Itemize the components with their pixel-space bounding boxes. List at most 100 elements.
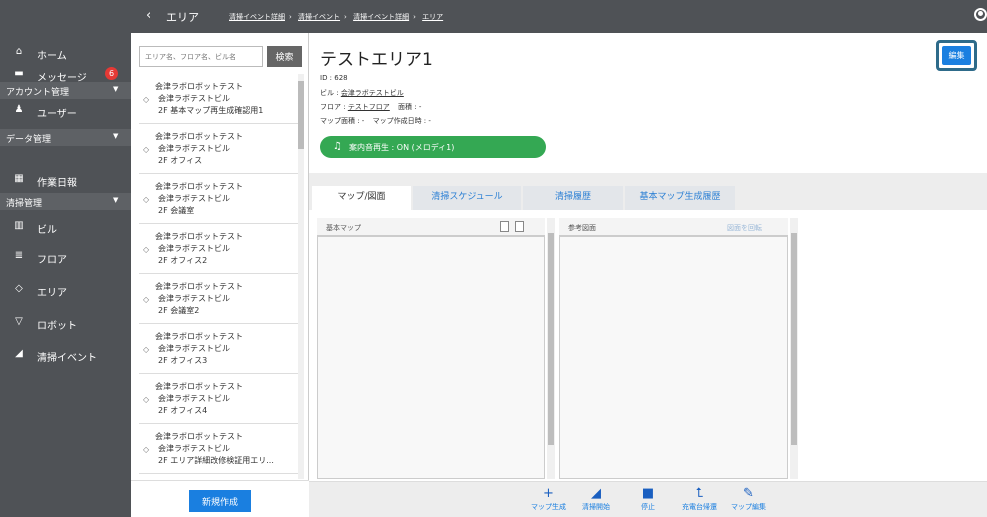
area-list-panel: 検索 ◇ 会津ラボロボットテスト 会津ラボテストビル 2F 基本マップ再生成確認…: [131, 33, 309, 517]
list-item[interactable]: ◇ 会津ラボロボットテスト 会津ラボテストビル 2F オフィス3: [139, 324, 299, 374]
return-to-charger-button[interactable]: ⮤ 充電台帰還: [682, 485, 717, 512]
toolbar-label: マップ編集: [731, 503, 766, 511]
sidebar-item-label: ロボット: [37, 321, 77, 332]
area-icon: ◇: [143, 395, 150, 404]
list-item-company: 会津ラボロボットテスト: [155, 182, 243, 191]
sidebar-item-users[interactable]: ♟ ユーザー: [0, 100, 131, 122]
scrollbar-thumb[interactable]: [548, 233, 554, 445]
sidebar-item-floor[interactable]: ≣ フロア: [0, 246, 131, 268]
edit-icon[interactable]: [515, 221, 524, 232]
sidebar-item-label: エリア: [37, 288, 67, 299]
breadcrumb-item[interactable]: 清掃イベント詳細: [229, 13, 285, 21]
list-item-building: 会津ラボテストビル: [158, 344, 230, 353]
sidebar-item-label: ビル: [37, 225, 57, 236]
sidebar-section-data[interactable]: データ管理 ▼: [0, 129, 131, 146]
list-item[interactable]: ◇ 会津ラボロボットテスト 会津ラボテストビル 2F オフィス4: [139, 374, 299, 424]
guide-sound-label: 案内音再生 : ON (メロディ1): [349, 143, 455, 152]
sidebar-item-home[interactable]: ⌂ ホーム: [0, 42, 131, 64]
tab-map[interactable]: マップ/図面: [312, 186, 411, 210]
list-item-company: 会津ラボロボットテスト: [155, 282, 243, 291]
section-label: 清掃管理: [6, 199, 43, 209]
robot-icon: ▽: [15, 316, 23, 327]
sidebar-section-cleaning[interactable]: 清掃管理 ▼: [0, 193, 131, 210]
create-new-button[interactable]: 新規作成: [189, 490, 251, 512]
list-item-company: 会津ラボロボットテスト: [155, 332, 243, 341]
sidebar-item-label: ユーザー: [37, 109, 77, 120]
stop-button[interactable]: ■ 停止: [641, 485, 655, 512]
list-item-room: 2F 基本マップ再生成確認用1: [158, 106, 264, 115]
toolbar-label: マップ生成: [531, 503, 566, 511]
breadcrumb-item[interactable]: 清掃イベント詳細: [353, 13, 409, 21]
area-icon: ◇: [143, 245, 150, 254]
rotate-drawing-link[interactable]: 図面を回転: [727, 223, 762, 233]
floor-line: フロア : テストフロア 面積 : -: [320, 102, 421, 112]
section-label: アカウント管理: [6, 88, 70, 98]
list-item-room: 2F 会議室: [158, 206, 195, 215]
tab-cleaning-history[interactable]: 清掃履歴: [523, 186, 623, 210]
map-generate-button[interactable]: + マップ生成: [531, 485, 566, 512]
sidebar-item-label: フロア: [37, 255, 67, 266]
user-circle-icon[interactable]: [974, 8, 987, 21]
map-edit-button[interactable]: ✎ マップ編集: [731, 485, 766, 512]
reference-panel: 参考図面 図面を回転: [559, 218, 788, 479]
main-content: テストエリア1 ID : 628 ビル : 会津ラボテストビル フロア : テス…: [309, 33, 987, 517]
base-map-scrollbar[interactable]: [547, 218, 555, 479]
list-item[interactable]: ◇ 会津ラボロボットテスト 会津ラボテストビル 2F オフィス2: [139, 224, 299, 274]
reference-scrollbar[interactable]: [790, 218, 798, 479]
tab-base-map-history[interactable]: 基本マップ生成履歴: [625, 186, 735, 210]
list-item[interactable]: ◇ 会津ラボロボットテスト 会津ラボテストビル 2F 基本マップ再生成確認用1: [139, 74, 299, 124]
map-content: 基本マップ 参考図面 図面を回転: [309, 210, 987, 481]
sidebar-item-label: 清掃イベント: [37, 353, 97, 364]
list-scrollbar-thumb[interactable]: [298, 81, 304, 149]
action-toolbar: + マップ生成 ◢ 清掃開始 ■ 停止 ⮤ 充電台帰還 ✎ マップ編集: [309, 481, 987, 517]
list-item[interactable]: ◇ 会津ラボロボットテスト 会津ラボテストビル 2F 会議室2: [139, 274, 299, 324]
map-info-line: マップ面積 : - マップ作成日時 : -: [320, 116, 431, 126]
search-button[interactable]: 検索: [267, 46, 302, 67]
top-bar: ‹ エリア 清掃イベント詳細 › 清掃イベント › 清掃イベント詳細 › エリア: [0, 0, 987, 33]
sidebar-item-daily-report[interactable]: ▦ 作業日報: [0, 169, 131, 191]
list-item-building: 会津ラボテストビル: [158, 444, 230, 453]
base-map-label: 基本マップ: [326, 224, 361, 232]
stop-icon: ■: [641, 486, 655, 501]
building-link[interactable]: 会津ラボテストビル: [341, 89, 404, 97]
reference-canvas[interactable]: [559, 236, 788, 479]
list-item[interactable]: ◇ 会津ラボロボットテスト 会津ラボテストビル 2F エリア詳細改修検証用エリ.…: [139, 424, 299, 474]
page-header-title: エリア: [166, 11, 199, 24]
sidebar-section-account[interactable]: アカウント管理 ▼: [0, 82, 131, 99]
edit-button-highlight: 編集: [936, 40, 977, 71]
back-chevron-icon[interactable]: ‹: [146, 8, 151, 23]
return-icon: ⮤: [695, 486, 704, 501]
area-list: ◇ 会津ラボロボットテスト 会津ラボテストビル 2F 基本マップ再生成確認用1 …: [139, 74, 301, 479]
broom-icon: ◢: [15, 348, 23, 359]
guide-sound-status[interactable]: ♫ 案内音再生 : ON (メロディ1): [320, 136, 546, 158]
breadcrumb-item-current[interactable]: エリア: [422, 13, 443, 21]
list-item-building: 会津ラボテストビル: [158, 244, 230, 253]
sidebar-item-building[interactable]: ▥ ビル: [0, 216, 131, 238]
floor-link[interactable]: テストフロア: [348, 103, 390, 111]
caret-down-icon: ▼: [113, 132, 119, 140]
scrollbar-thumb[interactable]: [791, 233, 797, 445]
list-item-room: 2F オフィス3: [158, 356, 208, 365]
copy-icon[interactable]: [500, 221, 509, 232]
broom-icon: ◢: [591, 486, 601, 501]
base-map-canvas[interactable]: [317, 236, 545, 479]
sidebar-item-area[interactable]: ◇ エリア: [0, 279, 131, 301]
tab-cleaning-schedule[interactable]: 清掃スケジュール: [413, 186, 521, 210]
caret-down-icon: ▼: [113, 85, 119, 93]
start-cleaning-button[interactable]: ◢ 清掃開始: [582, 485, 610, 512]
breadcrumb-item[interactable]: 清掃イベント: [298, 13, 340, 21]
section-label: データ管理: [6, 135, 52, 145]
caret-down-icon: ▼: [113, 196, 119, 204]
edit-button[interactable]: 編集: [942, 46, 971, 65]
sidebar-item-robot[interactable]: ▽ ロボット: [0, 312, 131, 334]
list-item-room: 2F 会議室2: [158, 306, 200, 315]
list-item[interactable]: ◇ 会津ラボロボットテスト 会津ラボテストビル 2F 会議室: [139, 174, 299, 224]
search-input[interactable]: [139, 46, 263, 67]
map-size: マップ面積 : -: [320, 117, 365, 125]
map-created-date: マップ作成日時 : -: [372, 117, 431, 125]
list-item[interactable]: ◇ 会津ラボロボットテスト 会津ラボテストビル 2F オフィス: [139, 124, 299, 174]
list-scrollbar[interactable]: [298, 74, 304, 479]
sidebar-item-cleaning-event[interactable]: ◢ 清掃イベント: [0, 344, 131, 366]
building-line: ビル : 会津ラボテストビル: [320, 88, 404, 98]
list-item-building: 会津ラボテストビル: [158, 94, 230, 103]
